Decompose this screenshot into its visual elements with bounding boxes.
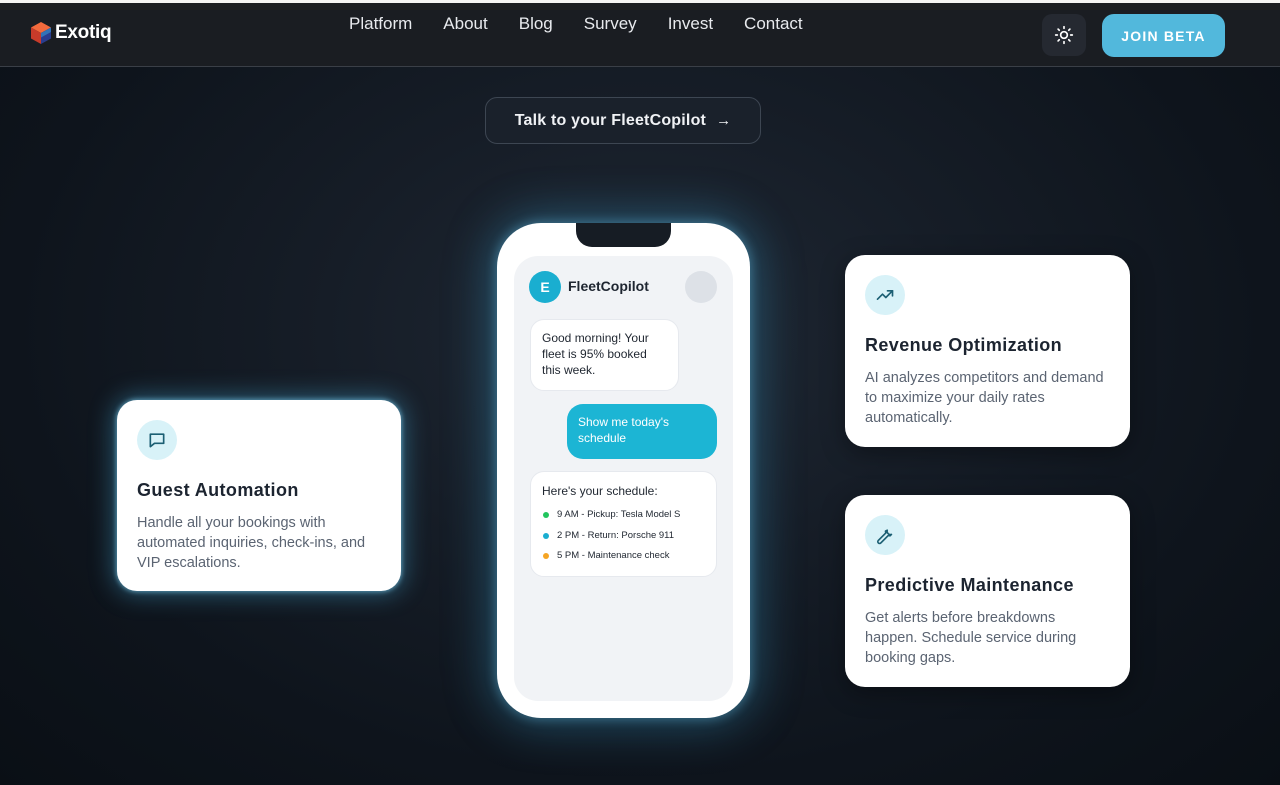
schedule-item: 2 PM - Return: Porsche 911 [542,526,705,547]
brand-logo[interactable]: Exotiq [30,21,112,45]
nav-link-contact[interactable]: Contact [744,13,803,35]
user-message: Show me today's schedule [567,404,717,459]
cta-label: Talk to your FleetCopilot [514,111,707,129]
top-navbar: Exotiq Platform About Blog Survey Invest… [0,3,1280,67]
cube-logo-icon [31,22,51,44]
feature-description: AI analyzes competitors and demand to ma… [865,370,1104,426]
phone-screen: E FleetCopilot Good morning! Your fleet … [514,256,733,701]
page: Exotiq Platform About Blog Survey Invest… [0,0,1280,785]
feature-title: Predictive Maintenance [865,575,1074,595]
wrench-icon [865,515,905,555]
schedule-item: 5 PM - Maintenance check [542,546,705,567]
schedule-item-text: 2 PM - Return: Porsche 911 [557,529,675,541]
schedule-item: 9 AM - Pickup: Tesla Model S [542,505,705,526]
nav-links: Platform About Blog Survey Invest Contac… [349,13,834,35]
join-beta-button[interactable]: JOIN BETA [1102,14,1225,57]
schedule-title: Here's your schedule: [542,484,658,498]
bot-avatar: E [529,271,561,303]
schedule-item-text: 5 PM - Maintenance check [557,550,670,562]
schedule-message: Here's your schedule: 9 AM - Pickup: Tes… [530,471,717,577]
nav-link-platform[interactable]: Platform [349,13,412,35]
talk-to-fleetcopilot-button[interactable]: Talk to your FleetCopilot → [485,97,761,144]
feature-description: Get alerts before breakdowns happen. Sch… [865,610,1077,666]
feature-title: Guest Automation [137,480,299,500]
theme-toggle-button[interactable] [1042,14,1086,56]
chat-bubble-icon [137,420,177,460]
nav-link-invest[interactable]: Invest [668,13,713,35]
trending-up-icon [865,275,905,315]
schedule-item-text: 9 AM - Pickup: Tesla Model S [557,509,681,521]
status-dot [543,553,549,560]
feature-card-revenue-optimization: Revenue Optimization AI analyzes competi… [845,255,1130,447]
feature-card-predictive-maintenance: Predictive Maintenance Get alerts before… [845,495,1130,687]
feature-card-guest-automation: Guest Automation Handle all your booking… [117,400,401,591]
phone-mockup: E FleetCopilot Good morning! Your fleet … [497,223,750,718]
arrow-right-icon: → [716,112,732,129]
feature-title: Revenue Optimization [865,335,1063,355]
brand-name: Exotiq [55,22,112,43]
phone-notch [576,223,671,247]
feature-description: Handle all your bookings with automated … [137,515,366,571]
user-avatar [685,271,717,303]
status-dot [543,532,549,539]
sun-icon [1054,25,1074,45]
nav-link-blog[interactable]: Blog [519,13,553,35]
bot-message: Good morning! Your fleet is 95% booked t… [530,319,679,391]
status-dot [543,512,549,519]
nav-link-about[interactable]: About [443,13,487,35]
nav-link-survey[interactable]: Survey [584,13,637,35]
bot-name: FleetCopilot [568,278,649,294]
